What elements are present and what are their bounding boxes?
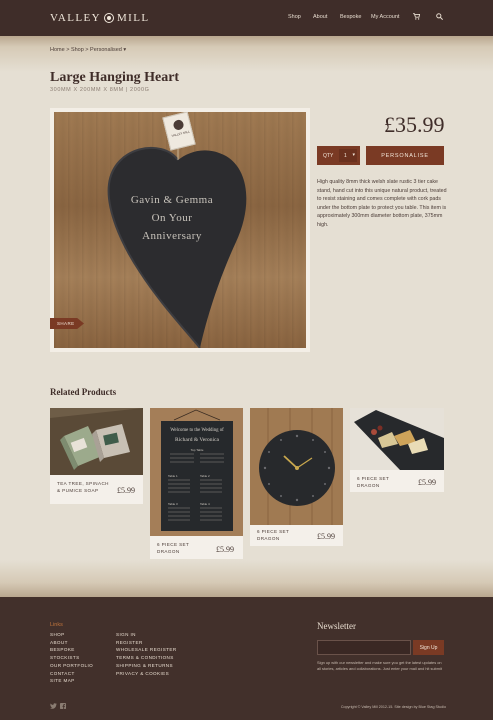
footer-link-portfolio[interactable]: OUR PORTFOLIO [50, 662, 93, 670]
product-image[interactable]: Gavin & Gemma On Your Anniversary VALLEY… [54, 112, 306, 348]
nav-my-account[interactable]: My Account [371, 14, 399, 20]
engraving-line-2: On Your [151, 212, 193, 224]
cart-icon[interactable] [413, 13, 421, 22]
qty-label: QTY [323, 153, 334, 159]
footer-link-stockists[interactable]: STOCKISTS [50, 654, 93, 662]
related-product-name[interactable]: 6 PIECE SET DRAGON [357, 476, 411, 489]
signup-button[interactable]: Sign Up [413, 640, 444, 655]
related-product-price: £5.99 [117, 486, 135, 495]
related-product-image[interactable] [50, 408, 143, 475]
product-price: £35.99 [384, 112, 445, 137]
footer-link-site-map[interactable]: SITE MAP [50, 677, 93, 685]
engraving-line-3: Anniversary [142, 230, 202, 242]
footer-link-register[interactable]: REGISTER [116, 639, 177, 647]
related-product-image[interactable] [250, 408, 343, 525]
footer-link-sign-in[interactable]: SIGN IN [116, 631, 177, 639]
related-product-card[interactable]: 6 PIECE SET DRAGON £5.99 [250, 408, 343, 546]
search-icon[interactable] [436, 13, 444, 22]
slate-platter-illustration [350, 408, 444, 470]
footer-wood-band [0, 560, 493, 597]
newsletter-text: Sign up with our newsletter and make sur… [317, 660, 442, 671]
facebook-icon[interactable] [60, 703, 66, 711]
newsletter-email-input[interactable] [317, 640, 411, 655]
nav-shop[interactable]: Shop [288, 14, 301, 20]
tag-text: VALLEY MILL [171, 129, 191, 138]
site-header: VALLEY MILL Shop About Bespoke My Accoun… [0, 0, 493, 36]
twitter-icon[interactable] [50, 703, 57, 711]
footer-link-wholesale[interactable]: WHOLESALE REGISTER [116, 646, 177, 654]
breadcrumb[interactable]: Home > Shop > Personalised ▾ [50, 47, 126, 53]
product-description: High quality 8mm thick welsh slate rusti… [317, 179, 447, 228]
page-title: Large Hanging Heart [50, 70, 180, 85]
footer-link-privacy[interactable]: PRIVACY & COOKIES [116, 670, 177, 678]
product-dimensions: 300MM X 200MM X 8MM | 2000G [50, 87, 150, 93]
personalise-button[interactable]: PERSONALISE [366, 146, 444, 165]
breadcrumb-text[interactable]: Home > Shop > Personalised [50, 47, 122, 53]
footer-link-contact[interactable]: CONTACT [50, 670, 93, 678]
footer-links-col-1: SHOP ABOUT BESPOKE STOCKISTS OUR PORTFOL… [50, 631, 93, 685]
qty-dropdown[interactable]: 1 [339, 149, 357, 162]
slate-clock-illustration [250, 408, 343, 525]
related-product-card[interactable]: 6 PIECE SET DRAGON £5.99 [350, 408, 444, 492]
header-wood-band [0, 36, 493, 72]
footer-link-terms[interactable]: TERMS & CONDITIONS [116, 654, 177, 662]
footer-links-title: Links [50, 622, 63, 628]
sign-guest-lines [168, 453, 224, 521]
related-product-name[interactable]: 6 PIECE SET DRAGON [257, 529, 311, 542]
main-nav: Shop About Bespoke My Account [0, 13, 493, 24]
footer-links-col-2: SIGN IN REGISTER WHOLESALE REGISTER TERM… [116, 631, 177, 677]
related-product-image[interactable] [350, 408, 444, 470]
soap-bars-illustration [50, 408, 143, 475]
chevron-down-icon[interactable]: ▾ [123, 47, 126, 53]
quantity-selector[interactable]: QTY 1 [317, 146, 360, 165]
related-product-price: £5.99 [216, 545, 234, 554]
footer-link-shipping[interactable]: SHIPPING & RETURNS [116, 662, 177, 670]
related-product-price: £5.99 [418, 478, 436, 487]
footer-link-about[interactable]: ABOUT [50, 639, 93, 647]
nav-bespoke[interactable]: Bespoke [340, 14, 361, 20]
footer-link-bespoke[interactable]: BESPOKE [50, 646, 93, 654]
related-product-price: £5.99 [317, 532, 335, 541]
related-product-card[interactable]: TEA TREE, SPINACH & PUMICE SOAP £5.99 [50, 408, 143, 504]
related-product-image[interactable]: Welcome to the Wedding of Richard & Vero… [150, 408, 243, 536]
related-product-name[interactable]: 6 PIECE SET DRAGON [157, 542, 211, 555]
share-button[interactable]: SHARE [50, 318, 84, 329]
footer-link-shop[interactable]: SHOP [50, 631, 93, 639]
related-products-heading: Related Products [50, 387, 117, 397]
nav-about[interactable]: About [313, 14, 327, 20]
newsletter-title: Newsletter [317, 621, 356, 631]
engraving-line-1: Gavin & Gemma [130, 194, 214, 206]
related-product-name[interactable]: TEA TREE, SPINACH & PUMICE SOAP [57, 481, 111, 494]
copyright-text: Copyright © Valley Mill 2012-15. Site de… [340, 705, 446, 709]
product-image-frame: Gavin & Gemma On Your Anniversary VALLEY… [50, 108, 310, 352]
related-product-card[interactable]: Welcome to the Wedding of Richard & Vero… [150, 408, 243, 559]
tag-logo-icon [172, 118, 185, 131]
